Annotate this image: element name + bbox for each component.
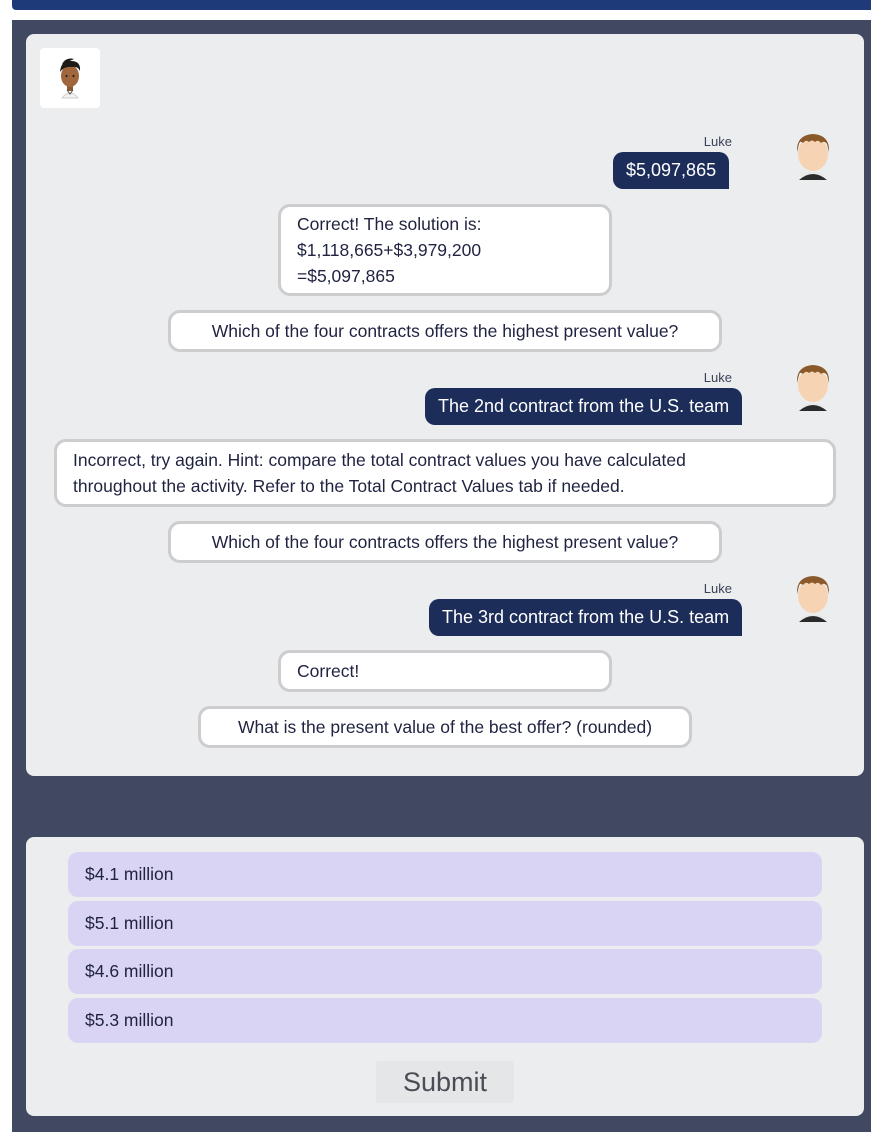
user-avatar-icon	[796, 134, 830, 180]
bot-message: Correct!	[278, 650, 612, 692]
chat-panel: Luke $5,097,865 Correct! The solution is…	[26, 34, 864, 776]
sender-name: Luke	[703, 581, 732, 596]
bot-avatar-icon	[60, 58, 81, 99]
message-line: Incorrect, try again. Hint: compare the …	[73, 450, 686, 470]
bot-message: Correct! The solution is: $1,118,665+$3,…	[278, 204, 612, 296]
answer-option[interactable]: $4.1 million	[68, 852, 822, 897]
bot-question: Which of the four contracts offers the h…	[168, 310, 722, 352]
message-line: Correct! The solution is:	[297, 214, 482, 234]
top-bar	[12, 0, 871, 10]
sender-name: Luke	[703, 370, 732, 385]
answer-panel: $4.1 million $5.1 million $4.6 million $…	[26, 837, 864, 1116]
message-line: throughout the activity. Refer to the To…	[73, 476, 625, 496]
user-message: $5,097,865	[613, 152, 730, 189]
submit-button[interactable]: Submit	[376, 1061, 514, 1103]
answer-option[interactable]: $5.3 million	[68, 998, 822, 1043]
message-line: $1,118,665+$3,979,200	[297, 240, 482, 260]
answer-option[interactable]: $4.6 million	[68, 949, 822, 994]
bot-question: What is the present value of the best of…	[198, 706, 692, 748]
bot-question: Which of the four contracts offers the h…	[168, 521, 722, 563]
message-line: =$5,097,865	[297, 266, 395, 286]
user-avatar-icon	[796, 576, 830, 622]
user-message: The 3rd contract from the U.S. team	[429, 599, 743, 636]
user-message: The 2nd contract from the U.S. team	[425, 388, 743, 425]
user-avatar-icon	[796, 365, 830, 411]
bot-message: Incorrect, try again. Hint: compare the …	[54, 439, 836, 507]
bot-avatar	[40, 48, 100, 108]
sender-name: Luke	[703, 134, 732, 149]
answer-option[interactable]: $5.1 million	[68, 901, 822, 946]
